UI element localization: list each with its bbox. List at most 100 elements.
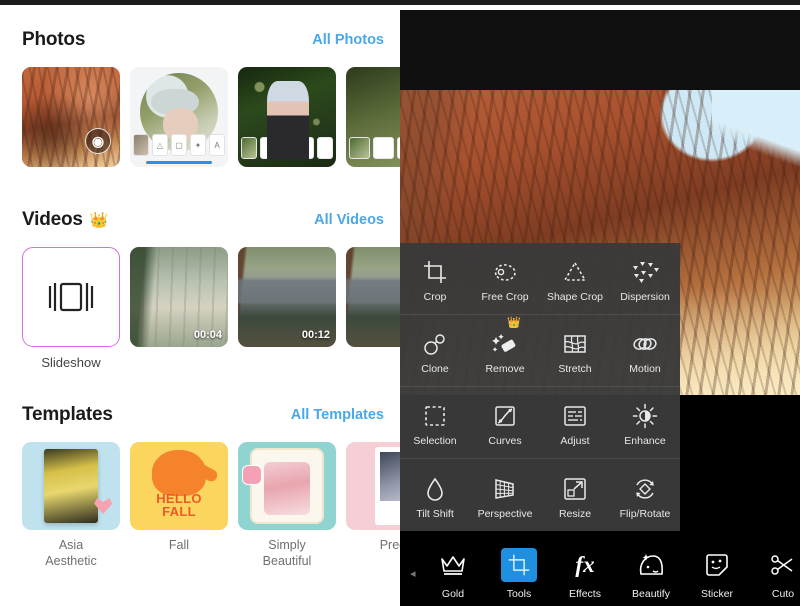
videos-thumbnail-row[interactable]: Slideshow 00:04 00:12 xyxy=(22,247,400,370)
perspective-tool[interactable]: Perspective xyxy=(470,459,540,531)
tool-label: Clone xyxy=(421,363,448,375)
all-videos-link[interactable]: All Videos xyxy=(314,212,384,228)
nav-label: Cuto xyxy=(772,588,794,600)
adjust-icon xyxy=(561,402,589,430)
tool-label: Remove xyxy=(485,363,524,375)
template-label-line1: Fall xyxy=(130,538,228,554)
shape-crop-tool[interactable]: Shape Crop xyxy=(540,243,610,314)
all-templates-link[interactable]: All Templates xyxy=(291,407,384,423)
girl-figure-art xyxy=(267,81,308,159)
dispersion-tool[interactable]: Dispersion xyxy=(610,243,680,314)
top-chrome-bar xyxy=(0,0,800,5)
bag-sticker-icon xyxy=(242,465,262,485)
screenshot-progress-art xyxy=(146,161,213,164)
fall-text: FALL xyxy=(130,506,228,518)
curves-tool[interactable]: Curves xyxy=(470,387,540,458)
photos-title: Photos xyxy=(22,29,85,51)
nav-cutout[interactable]: Cuto xyxy=(750,548,800,600)
video-thumb-2[interactable]: 00:12 xyxy=(238,247,336,347)
crop-tool[interactable]: Crop xyxy=(400,243,470,314)
template-card-simply-beautiful[interactable]: Simply Beautiful xyxy=(238,442,336,569)
motion-icon xyxy=(630,330,660,358)
enhance-tool[interactable]: Enhance xyxy=(610,387,680,458)
template-label-line1: Simply xyxy=(238,538,336,554)
nav-effects[interactable]: fx Effects xyxy=(552,548,618,600)
flip-rotate-tool[interactable]: Flip/Rotate xyxy=(610,459,680,531)
template-label: Pregr xyxy=(346,538,400,554)
resize-icon xyxy=(561,475,589,503)
slideshow-create-button[interactable] xyxy=(22,247,120,347)
template-card-fall[interactable]: HELLO FALL Fall xyxy=(130,442,228,569)
nav-icon-box xyxy=(765,548,800,582)
templates-section-header: Templates All Templates xyxy=(22,398,400,432)
video-duration: 00:12 xyxy=(302,329,330,341)
photo-thumb-girl-green[interactable] xyxy=(238,67,336,167)
nav-beautify[interactable]: Beautify xyxy=(618,548,684,600)
nav-label: Effects xyxy=(569,588,601,600)
mini-chip-4 xyxy=(317,137,333,159)
sky-region xyxy=(712,90,800,169)
tool-label: Tilt Shift xyxy=(416,508,454,520)
template-thumb xyxy=(238,442,336,530)
hello-fall-text: HELLO FALL xyxy=(130,493,228,518)
motion-tool[interactable]: Motion xyxy=(610,315,680,386)
photos-title-text: Photos xyxy=(22,29,85,51)
nav-icon-box xyxy=(501,548,537,582)
remove-tool[interactable]: 👑 Remove xyxy=(470,315,540,386)
nav-label: Sticker xyxy=(701,588,733,600)
adjust-tool[interactable]: Adjust xyxy=(540,387,610,458)
photo-thumb-girl-partial[interactable] xyxy=(346,67,400,167)
sweater-art xyxy=(152,450,206,496)
tool-label: Motion xyxy=(629,363,661,375)
videos-section-header: Videos 👑 All Videos xyxy=(22,203,400,237)
nav-icon-box xyxy=(699,548,735,582)
template-label-line2: Beautiful xyxy=(238,554,336,570)
template-art-paper xyxy=(44,449,99,523)
tools-panel: Crop Free Crop Shape Crop xyxy=(400,243,680,531)
templates-row[interactable]: Asia Aesthetic HELLO FALL Fall xyxy=(22,442,400,569)
nav-scroll-left-icon[interactable]: ◂ xyxy=(410,567,420,580)
nav-label: Gold xyxy=(442,588,464,600)
videos-title-text: Videos xyxy=(22,209,83,231)
crown-icon: 👑 xyxy=(507,318,521,329)
selection-tool[interactable]: Selection xyxy=(400,387,470,458)
free-crop-tool[interactable]: Free Crop xyxy=(470,243,540,314)
nav-icon-box xyxy=(435,548,471,582)
nav-sticker[interactable]: Sticker xyxy=(684,548,750,600)
tool-label: Free Crop xyxy=(481,291,528,303)
tilt-shift-icon xyxy=(421,475,449,503)
clone-tool[interactable]: Clone xyxy=(400,315,470,386)
chip-c: ✦ xyxy=(190,134,206,156)
template-label: Asia Aesthetic xyxy=(22,538,120,569)
photos-thumbnail-row[interactable]: ◉ △ ▢ ✦ A xyxy=(22,67,400,167)
video-thumb-1[interactable]: 00:04 xyxy=(130,247,228,347)
fx-icon: fx xyxy=(575,552,594,578)
enhance-icon xyxy=(631,402,659,430)
template-card-pregnancy[interactable]: Pregr xyxy=(346,442,400,569)
all-photos-link[interactable]: All Photos xyxy=(312,32,384,48)
selection-icon xyxy=(421,402,449,430)
stretch-tool[interactable]: Stretch xyxy=(540,315,610,386)
editor-top-bar xyxy=(400,10,800,90)
gallery-app-panel: Photos All Photos ◉ △ ▢ ✦ A xyxy=(0,5,400,606)
crown-icon xyxy=(439,553,467,577)
video-thumb-3[interactable] xyxy=(346,247,400,347)
resize-tool[interactable]: Resize xyxy=(540,459,610,531)
photo-thumb-screenshot-hat[interactable]: △ ▢ ✦ A xyxy=(130,67,228,167)
tool-label: Adjust xyxy=(560,435,589,447)
tool-label: Resize xyxy=(559,508,591,520)
photos-section-header: Photos All Photos xyxy=(22,23,400,57)
crop-icon xyxy=(507,553,531,577)
nav-tools[interactable]: Tools xyxy=(486,548,552,600)
templates-title-text: Templates xyxy=(22,404,113,426)
nav-gold[interactable]: Gold xyxy=(420,548,486,600)
tilt-shift-tool[interactable]: Tilt Shift xyxy=(400,459,470,531)
mini-chip-5 xyxy=(373,137,394,159)
mini-toolbar-art-2 xyxy=(349,137,400,159)
scissors-icon xyxy=(770,552,796,578)
templates-section: Templates All Templates Asia Aesthetic xyxy=(0,370,400,569)
chip-a: △ xyxy=(152,134,168,156)
photo-thumb-canyon[interactable]: ◉ xyxy=(22,67,120,167)
tools-row: Tilt Shift Perspective xyxy=(400,459,680,531)
template-card-asia-aesthetic[interactable]: Asia Aesthetic xyxy=(22,442,120,569)
